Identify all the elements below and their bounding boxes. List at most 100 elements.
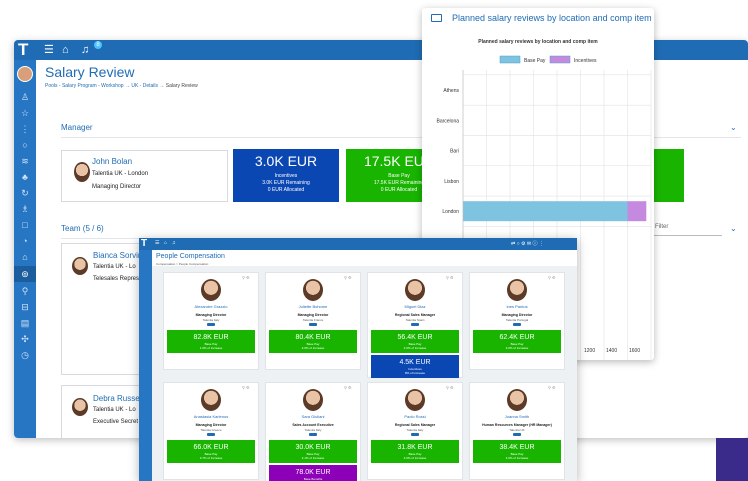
- nav-clock-icon[interactable]: ◷: [18, 348, 32, 362]
- home-icon[interactable]: ⌂: [62, 43, 69, 57]
- toolbar-icons[interactable]: ⇄ ○ ⚙ ✉ ⓘ ⋮: [511, 240, 544, 247]
- nav-star-icon[interactable]: ☆: [18, 106, 32, 120]
- incentives-tile[interactable]: 3.0K EUR Incentives 3.0K EUR Remaining 0…: [233, 149, 339, 202]
- nav-gear-icon[interactable]: ✣: [18, 332, 32, 346]
- nav-user-add-icon[interactable]: ♗: [18, 202, 32, 216]
- legend-label: Incentives: [574, 58, 597, 64]
- person-photo: [303, 389, 323, 411]
- chevron-down-icon[interactable]: ⌄: [730, 224, 737, 233]
- tile-note: 3.7% of Increase: [199, 456, 223, 460]
- person-company: Talentia Italy: [406, 428, 424, 432]
- menu-icon[interactable]: ☰: [44, 43, 54, 57]
- extra-tile-partial[interactable]: [650, 149, 684, 202]
- tile-note: 4.0% of Increase: [403, 346, 427, 350]
- nav-refresh-icon[interactable]: ↻: [18, 186, 32, 200]
- user-avatar[interactable]: [17, 66, 33, 82]
- card-action-icons[interactable]: ⚲ ⚙: [548, 275, 556, 280]
- bell-icon[interactable]: ♫: [81, 43, 89, 57]
- comp-tile[interactable]: 66.0K EUR Base Pay 3.7% of Increase: [167, 440, 255, 463]
- home-icon[interactable]: ⌂: [164, 240, 167, 246]
- member-name[interactable]: Debra Russel: [93, 394, 141, 403]
- card-action-icons[interactable]: ⚲ ⚙: [344, 275, 352, 280]
- comp-tile[interactable]: 31.8K EUR Base Pay 4.0% of Increase: [371, 440, 459, 463]
- person-card[interactable]: ⚲ ⚙ Anastasia Karlenos Managing Director Ta…: [163, 382, 259, 480]
- member-name[interactable]: Bianca Sorvin: [93, 251, 142, 260]
- person-card[interactable]: ⚲ ⚙ Juliette Bohome Managing Director Talen…: [265, 272, 361, 370]
- person-card[interactable]: ⚲ ⚙ Miguel Diaz Regional Sales Manager Tale…: [367, 272, 463, 378]
- manager-section-title[interactable]: Manager: [61, 123, 93, 132]
- comp-tile[interactable]: 30.0K EUR Base Pay 4.1% of Increase: [269, 440, 357, 463]
- app-logo[interactable]: T: [18, 41, 36, 59]
- category-label: Athens: [443, 88, 459, 94]
- person-name[interactable]: Miguel Diaz: [368, 304, 462, 309]
- nav-search-icon[interactable]: ⚲: [18, 284, 32, 298]
- person-card[interactable]: ⚲ ⚙ Joanna Smith Human Resources Manager (…: [469, 382, 565, 480]
- chevron-down-icon[interactable]: ⌄: [730, 123, 737, 132]
- nav-car-icon[interactable]: ⊟: [18, 300, 32, 314]
- comp-tile[interactable]: 38.4K EUR Base Pay 4.0% of Increase: [473, 440, 561, 463]
- tile-allocated: 0 EUR Allocated: [267, 187, 305, 193]
- card-action-icons[interactable]: ⚲ ⚙: [548, 385, 556, 390]
- card-action-icons[interactable]: ⚲ ⚙: [344, 385, 352, 390]
- person-card[interactable]: ⚲ ⚙ Sara Giuliani Sales Account Executive T…: [265, 382, 361, 481]
- card-action-icons[interactable]: ⚲ ⚙: [242, 275, 250, 280]
- nav-org-icon[interactable]: ⋮: [18, 122, 32, 136]
- tile-note: 1.0% of Increase: [199, 346, 223, 350]
- person-company: Talentia Portugal: [505, 318, 529, 322]
- person-role: Managing Director: [297, 313, 329, 317]
- menu-icon[interactable]: ☰: [155, 240, 159, 246]
- nav-people-icon[interactable]: ♙: [18, 90, 32, 104]
- tile-note: 4.0% of Increase: [505, 456, 529, 460]
- person-name[interactable]: Paolo Rossi: [368, 414, 462, 419]
- person-name[interactable]: Joanna Smith: [470, 414, 564, 419]
- filter-input[interactable]: Filter: [655, 224, 668, 230]
- person-role: Managing Director: [501, 313, 533, 317]
- nav-tree-icon[interactable]: ♣: [18, 170, 32, 184]
- bar-incentives: [627, 201, 647, 222]
- member-photo: [72, 398, 88, 416]
- status-pill: [411, 323, 419, 326]
- comp-tile[interactable]: 80.4K EUR Base Pay 4.0% of Increase: [269, 330, 357, 353]
- card-action-icons[interactable]: ⚲ ⚙: [446, 385, 454, 390]
- person-photo: [507, 389, 527, 411]
- person-card[interactable]: ⚲ ⚙ Alexandre Grazzio Managing Director Tal…: [163, 272, 259, 370]
- person-card[interactable]: ⚲ ⚙ Paolo Rossi Regional Sales Manager Tale…: [367, 382, 463, 480]
- person-name[interactable]: Alexandre Grazzio: [164, 304, 258, 309]
- person-company: Talentia UK: [509, 428, 525, 432]
- manager-name[interactable]: John Bolan: [92, 157, 132, 166]
- nav-cap-icon[interactable]: ⌂: [18, 250, 32, 264]
- comp-tile[interactable]: 62.4K EUR Base Pay 4.0% of Increase: [473, 330, 561, 353]
- manager-role: Managing Director: [92, 184, 142, 190]
- person-name[interactable]: Juliette Bohome: [266, 304, 360, 309]
- nav-dashboard-icon[interactable]: ◔: [18, 234, 32, 248]
- person-name[interactable]: Sara Giuliani: [266, 414, 360, 419]
- nav-doc-icon[interactable]: ▤: [18, 316, 32, 330]
- person-photo: [507, 279, 527, 301]
- team-section-title[interactable]: Team (5 / 6): [61, 224, 104, 233]
- person-name[interactable]: Ines Pantos: [470, 304, 564, 309]
- status-pill: [411, 433, 419, 436]
- tile-value: 30.0K EUR: [295, 444, 331, 451]
- left-nav: [139, 250, 152, 481]
- person-card[interactable]: ⚲ ⚙ Ines Pantos Managing Director Talentia …: [469, 272, 565, 370]
- category-label: Barcelona: [436, 118, 459, 124]
- comp-tile[interactable]: 82.8K EUR Base Pay 1.0% of Increase: [167, 330, 255, 353]
- bell-icon[interactable]: ♫: [172, 240, 176, 246]
- person-name[interactable]: Anastasia Karlenos: [164, 414, 258, 419]
- app-logo[interactable]: T: [141, 238, 147, 250]
- nav-square-icon[interactable]: □: [18, 218, 32, 232]
- person-company: Talentia Spain: [405, 318, 425, 322]
- nav-money-icon[interactable]: ⊚: [18, 267, 32, 281]
- breadcrumb-item[interactable]: Pools - Salary Program - Workshop: [45, 83, 124, 89]
- status-pill: [513, 323, 521, 326]
- nav-grad-icon[interactable]: ≋: [18, 154, 32, 168]
- comp-tile[interactable]: 4.5K EUR Incentives 8% of Increase: [371, 355, 459, 378]
- nav-circle-icon[interactable]: ○: [18, 138, 32, 152]
- card-action-icons[interactable]: ⚲ ⚙: [242, 385, 250, 390]
- comp-tile[interactable]: 56.4K EUR Base Pay 4.0% of Increase: [371, 330, 459, 353]
- person-role: Managing Director: [195, 423, 227, 427]
- card-action-icons[interactable]: ⚲ ⚙: [446, 275, 454, 280]
- category-label: London: [442, 209, 459, 215]
- comp-tile[interactable]: 78.0K EURBase Benefits18% of Increase: [269, 465, 357, 481]
- breadcrumb-item[interactable]: UK - Details: [131, 83, 158, 89]
